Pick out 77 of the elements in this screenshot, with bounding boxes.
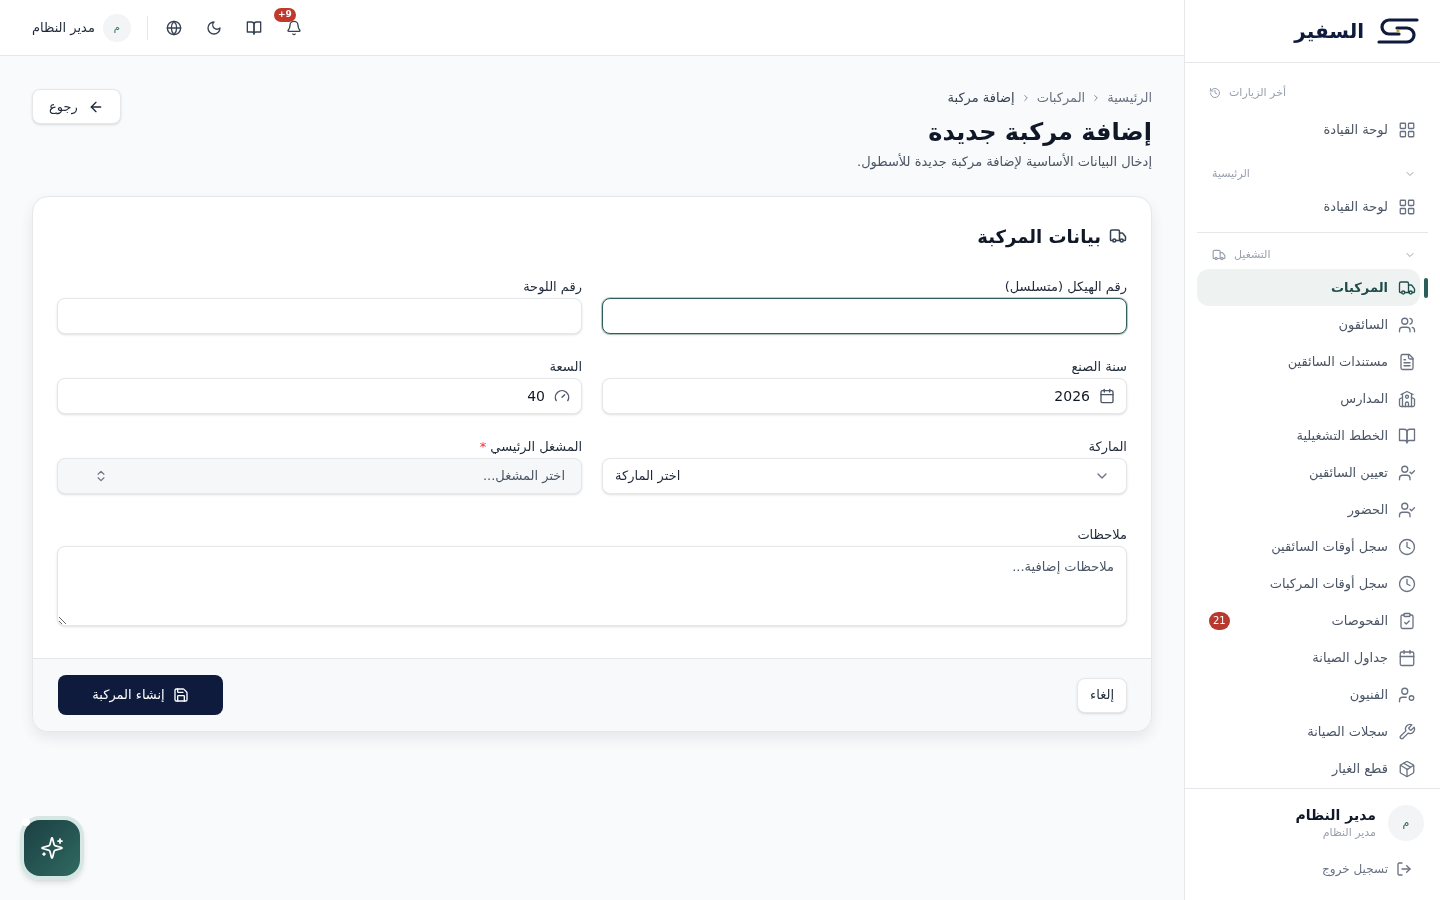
field-label: المشغل الرئيسي * xyxy=(478,438,582,456)
select-field[interactable]: اختر الماركة xyxy=(602,458,1127,494)
wrench-icon xyxy=(1398,722,1416,741)
document-icon xyxy=(1398,352,1416,371)
user-name: مدير النظام xyxy=(1295,806,1376,825)
cancel-button[interactable]: إلغاء xyxy=(1077,677,1127,713)
truck-icon xyxy=(1212,248,1226,262)
gauge-icon xyxy=(554,388,570,404)
logout-icon xyxy=(1396,861,1412,877)
truck-icon xyxy=(1398,278,1416,297)
breadcrumb-current: إضافة مركبة xyxy=(947,89,1015,108)
combobox-field[interactable]: اختر المشغل... xyxy=(57,458,582,494)
nav-item[interactable]: تعيين السائقين xyxy=(1197,454,1420,491)
user-check-icon xyxy=(1398,463,1416,482)
nav-item[interactable]: لوحة القيادة xyxy=(1197,111,1420,148)
section-title: أخر الزيارات xyxy=(1229,84,1287,101)
user-circle-icon xyxy=(1398,685,1416,704)
truck-icon xyxy=(1109,227,1127,245)
field-label: ملاحظات xyxy=(1076,526,1127,544)
breadcrumb-link[interactable]: المركبات xyxy=(1036,88,1086,108)
ai-assistant-button[interactable] xyxy=(20,816,84,880)
breadcrumb-link[interactable]: الرئيسية xyxy=(1107,88,1152,108)
clock-icon xyxy=(1398,537,1416,556)
field-label: رقم الهيكل (متسلسل) xyxy=(1003,278,1127,297)
field-label: السعة xyxy=(548,358,582,376)
sparkle-icon xyxy=(40,836,64,860)
nav-item[interactable]: لوحة القيادة xyxy=(1197,188,1420,225)
number-field[interactable]: 40 xyxy=(57,378,582,414)
nav-item[interactable]: قطع الغيار xyxy=(1197,750,1420,787)
count-badge: 21 xyxy=(1209,611,1230,630)
logo-icon xyxy=(1376,17,1420,45)
user-role: مدير النظام xyxy=(1321,825,1376,841)
grid-icon xyxy=(1398,197,1416,216)
field-label: رقم اللوحة xyxy=(522,278,582,297)
brand-name: السفير xyxy=(1294,18,1364,45)
moon-icon xyxy=(205,19,222,36)
nav-item[interactable]: سجل أوقات السائقين xyxy=(1197,528,1420,565)
nav-item[interactable]: مستندات السائقين xyxy=(1197,343,1420,380)
globe-icon xyxy=(165,19,182,36)
nav-item[interactable]: الخطط التشغيلية xyxy=(1197,417,1420,454)
user-check-icon xyxy=(1398,500,1416,519)
create-vehicle-button[interactable]: إنشاء المركبة xyxy=(58,675,223,715)
avatar: م xyxy=(1388,805,1424,841)
user-menu[interactable]: م مدير النظام xyxy=(32,13,131,42)
history-icon xyxy=(1209,87,1221,99)
grid-icon xyxy=(1398,120,1416,139)
avatar: م xyxy=(102,13,131,42)
box-icon xyxy=(1398,759,1416,778)
back-button[interactable]: رجوع xyxy=(32,89,121,124)
open-book-icon xyxy=(1398,426,1416,445)
logout-button[interactable]: تسجيل خروج xyxy=(1310,857,1424,881)
bell-icon xyxy=(285,19,302,36)
nav-item[interactable]: جداول الصيانة xyxy=(1197,639,1420,676)
calendar-icon xyxy=(1398,648,1416,667)
nav-item[interactable]: سجل أوقات المركبات xyxy=(1197,565,1420,602)
active-indicator xyxy=(1424,277,1428,298)
calendar-icon xyxy=(1099,388,1115,404)
page-subtitle: إدخال البيانات الأساسية لإضافة مركبة جديدة للأسطول. xyxy=(857,152,1152,172)
nav-item[interactable]: الحضور xyxy=(1197,491,1420,528)
nav-item[interactable]: الفنيون xyxy=(1197,676,1420,713)
input-field[interactable] xyxy=(602,298,1127,334)
page-title: إضافة مركبة جديدة xyxy=(927,117,1152,148)
nav-item[interactable]: سجلات الصيانة xyxy=(1197,713,1420,750)
nav-item[interactable]: المدارس xyxy=(1197,380,1420,417)
open-book-icon xyxy=(245,19,262,36)
field-label: الماركة xyxy=(1087,438,1127,457)
save-icon xyxy=(172,687,189,703)
clipboard-check-icon xyxy=(1398,611,1416,630)
notes-textarea[interactable]: ملاحظات إضافية... xyxy=(57,546,1127,626)
field-label: سنة الصنع xyxy=(1070,358,1127,376)
users-icon xyxy=(1398,315,1416,334)
year-field[interactable]: 2026 xyxy=(602,378,1127,414)
notification-badge: +9 xyxy=(273,7,296,22)
card-title: بيانات المركبة xyxy=(977,224,1101,250)
clock-icon xyxy=(1398,574,1416,593)
nav-item[interactable]: السائقون xyxy=(1197,306,1420,343)
school-building-icon xyxy=(1398,389,1416,408)
